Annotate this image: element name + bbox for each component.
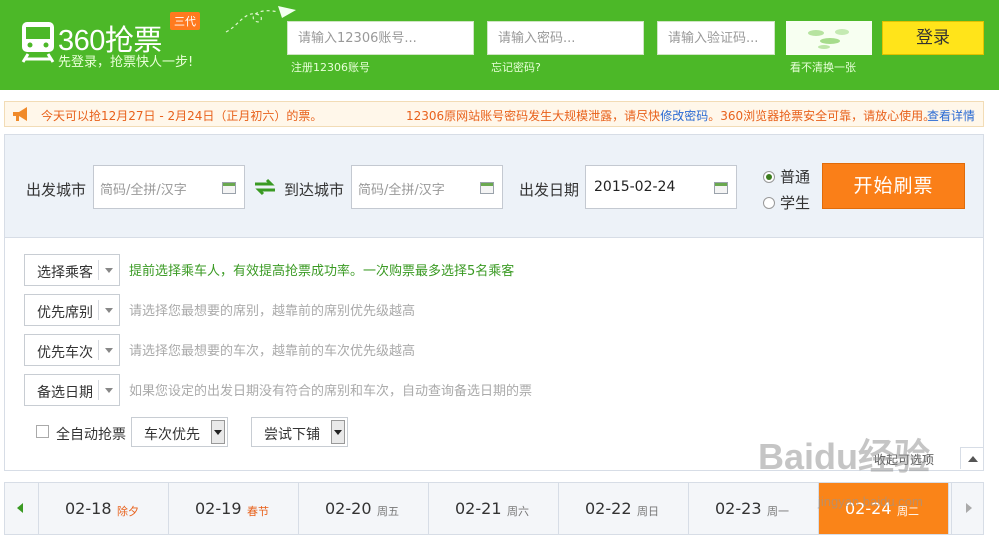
- ticket-type-student-label: 学生: [780, 194, 811, 212]
- forgot-password-link[interactable]: 忘记密码?: [491, 59, 541, 75]
- select-passenger-button[interactable]: 选择乘客: [24, 254, 120, 286]
- to-city-placeholder: 简码/全拼/汉字: [358, 183, 445, 198]
- date-tab-weekday: 周六: [507, 505, 529, 518]
- search-panel: 出发城市 简码/全拼/汉字 到达城市 简码/全拼/汉字 出发日期 2015-02…: [4, 134, 984, 238]
- options-panel: 选择乘客 提前选择乘车人，有效提高抢票成功率。一次购票最多选择5名乘客 优先席别…: [4, 238, 984, 471]
- date-tab-weekday: 周一: [767, 505, 789, 518]
- date-tab[interactable]: 02-18 除夕: [39, 483, 169, 534]
- notice-bar: 今天可以抢12月27日 - 2月24日（正月初六）的票。 12306原网站账号密…: [4, 101, 984, 127]
- backup-date-button[interactable]: 备选日期: [24, 374, 120, 406]
- account-input[interactable]: [287, 21, 474, 55]
- version-badge: 三代: [170, 12, 200, 30]
- change-password-link[interactable]: 修改密码: [660, 109, 708, 123]
- ticket-type-normal[interactable]: 普通: [763, 166, 810, 187]
- seat-priority-label: 优先席别: [37, 305, 93, 321]
- city-picker-icon[interactable]: [222, 182, 236, 194]
- backup-date-label: 备选日期: [37, 385, 93, 401]
- date-tab-weekday: 周日: [637, 505, 659, 518]
- date-tab-weekday: 春节: [247, 505, 269, 518]
- depart-date-field[interactable]: 2015-02-24: [585, 165, 737, 209]
- from-city-label: 出发城市: [26, 181, 87, 199]
- view-details-link[interactable]: 查看详情: [927, 107, 975, 124]
- ticket-type-student[interactable]: 学生: [763, 192, 810, 213]
- prev-dates-arrow-icon[interactable]: [5, 483, 39, 534]
- to-city-label: 到达城市: [284, 181, 345, 199]
- passenger-hint: 提前选择乘车人，有效提高抢票成功率。一次购票最多选择5名乘客: [129, 264, 515, 279]
- captcha-input[interactable]: [657, 21, 775, 55]
- dropdown-arrow-icon[interactable]: [211, 420, 225, 444]
- berth-select-value: 尝试下铺: [264, 427, 320, 443]
- date-tab-weekday: 除夕: [117, 505, 139, 518]
- chevron-down-icon: [105, 348, 113, 353]
- date-tab-date: 02-22: [585, 499, 632, 518]
- date-tab[interactable]: 02-22 周日: [559, 483, 689, 534]
- seat-priority-button[interactable]: 优先席别: [24, 294, 120, 326]
- date-tab[interactable]: 02-19 春节: [169, 483, 299, 534]
- top-header: 360抢票 三代 先登录，抢票快人一步! 注册12306账号 忘记密码? 看不清…: [0, 0, 999, 90]
- train-hint: 请选择您最想要的车次，越靠前的车次优先级越高: [129, 344, 416, 359]
- chevron-down-icon: [105, 388, 113, 393]
- notice-date-range: 今天可以抢12月27日 - 2月24日（正月初六）的票。: [41, 109, 323, 123]
- train-icon: [21, 22, 55, 63]
- megaphone-icon: [13, 107, 27, 121]
- calendar-icon[interactable]: [714, 182, 728, 194]
- date-strip: 02-18 除夕 02-19 春节 02-20 周五 02-21 周六 02-2…: [4, 482, 984, 535]
- slogan: 先登录，抢票快人一步!: [58, 55, 194, 70]
- date-tab-date: 02-23: [715, 499, 762, 518]
- date-tab-date: 02-18: [65, 499, 112, 518]
- train-priority-label: 优先车次: [37, 345, 93, 361]
- date-tab[interactable]: 02-20 周五: [299, 483, 429, 534]
- password-input[interactable]: [487, 21, 644, 55]
- dropdown-arrow-icon[interactable]: [331, 420, 345, 444]
- radio-icon[interactable]: [763, 197, 775, 209]
- date-tab-selected[interactable]: 02-24 周二: [819, 483, 949, 534]
- date-tab-date: 02-21: [455, 499, 502, 518]
- register-link[interactable]: 注册12306账号: [291, 59, 370, 75]
- radio-selected-icon[interactable]: [763, 171, 775, 183]
- date-tab-date: 02-19: [195, 499, 242, 518]
- to-city-field[interactable]: 简码/全拼/汉字: [351, 165, 503, 209]
- refresh-captcha-link[interactable]: 看不清换一张: [790, 59, 856, 75]
- divider: [98, 260, 99, 280]
- divider: [98, 340, 99, 360]
- seat-hint: 请选择您最想要的席别，越靠前的席别优先级越高: [129, 304, 416, 319]
- chevron-down-icon: [105, 308, 113, 313]
- priority-select-value: 车次优先: [144, 427, 200, 443]
- captcha-image[interactable]: [786, 21, 872, 55]
- notice-security-text-2: 。360浏览器抢票安全可靠，请放心使用。: [708, 109, 936, 123]
- captcha-noise: [808, 29, 849, 49]
- auto-grab-label: 全自动抢票: [56, 427, 126, 443]
- notice-security: 12306原网站账号密码发生大规模泄露，请尽快修改密码。360浏览器抢票安全可靠…: [406, 107, 935, 124]
- divider: [98, 380, 99, 400]
- divider: [98, 300, 99, 320]
- chevron-up-icon[interactable]: [960, 447, 984, 469]
- depart-date-value: 2015-02-24: [594, 179, 676, 195]
- ticket-type-normal-label: 普通: [780, 168, 811, 186]
- login-button[interactable]: 登录: [882, 21, 984, 55]
- priority-select[interactable]: 车次优先: [131, 417, 228, 447]
- start-refresh-button[interactable]: 开始刷票: [822, 163, 965, 209]
- date-tab[interactable]: 02-21 周六: [429, 483, 559, 534]
- date-tab-weekday: 周五: [377, 505, 399, 518]
- date-tab-weekday: 周二: [897, 505, 919, 518]
- train-priority-button[interactable]: 优先车次: [24, 334, 120, 366]
- next-dates-arrow-icon[interactable]: [951, 483, 985, 534]
- collapse-options-link[interactable]: 收起可选项: [874, 451, 934, 468]
- from-city-placeholder: 简码/全拼/汉字: [100, 183, 187, 198]
- backup-date-hint: 如果您设定的出发日期没有符合的席别和车次，自动查询备选日期的票: [129, 384, 533, 399]
- auto-grab-checkbox[interactable]: [36, 425, 49, 438]
- from-city-field[interactable]: 简码/全拼/汉字: [93, 165, 245, 209]
- select-passenger-label: 选择乘客: [37, 265, 93, 281]
- chevron-down-icon: [105, 268, 113, 273]
- city-picker-icon[interactable]: [480, 182, 494, 194]
- notice-security-text-1: 12306原网站账号密码发生大规模泄露，请尽快: [406, 109, 661, 123]
- swap-cities-icon[interactable]: [253, 178, 277, 196]
- depart-date-label: 出发日期: [519, 181, 580, 199]
- date-tab-date: 02-20: [325, 499, 372, 518]
- date-tab[interactable]: 02-23 周一: [689, 483, 819, 534]
- berth-select[interactable]: 尝试下铺: [251, 417, 348, 447]
- date-tab-date: 02-24: [845, 499, 892, 518]
